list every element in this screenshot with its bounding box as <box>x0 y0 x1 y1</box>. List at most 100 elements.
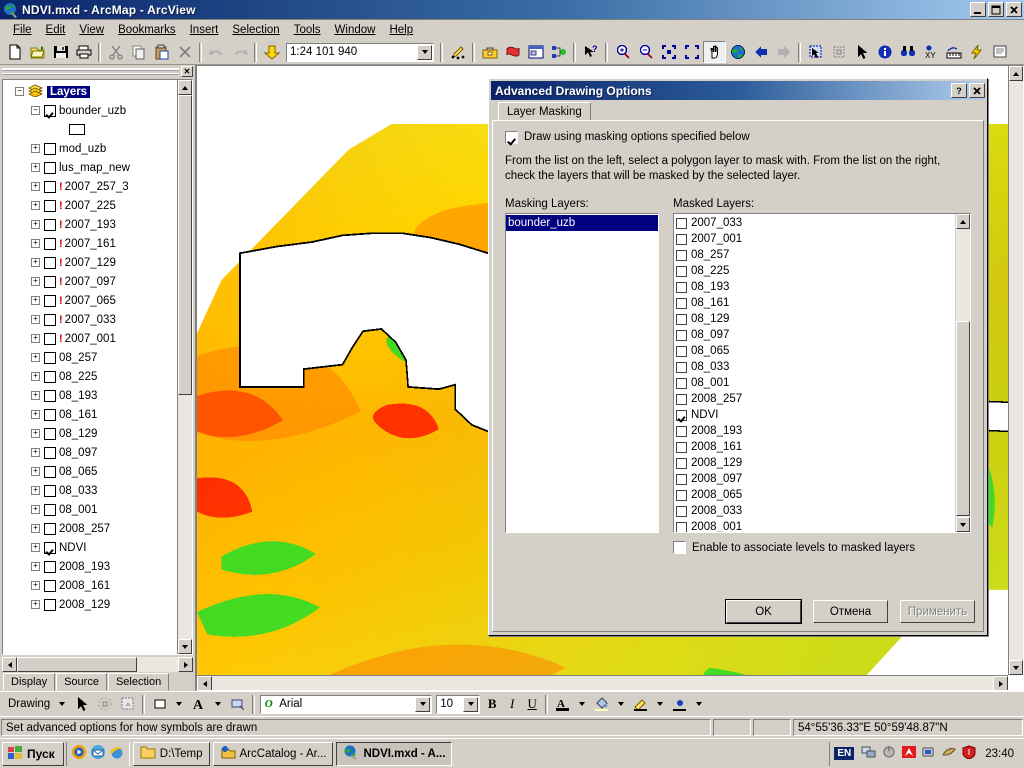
avira-antivirus-icon[interactable] <box>901 745 917 762</box>
layer-visibility-checkbox[interactable] <box>44 390 56 402</box>
security-center-shield-icon[interactable] <box>961 745 977 762</box>
safely-remove-hardware-icon[interactable] <box>881 745 897 762</box>
language-indicator[interactable]: EN <box>834 747 854 760</box>
expand-expander-icon[interactable]: + <box>31 163 40 172</box>
zoom-out-icon[interactable] <box>634 41 657 63</box>
drawing-menu-label[interactable]: Drawing <box>4 698 54 710</box>
layer-visibility-checkbox[interactable] <box>44 276 56 288</box>
layer-item-08_001[interactable]: + 08_001 <box>3 500 177 519</box>
expand-expander-icon[interactable]: + <box>31 296 40 305</box>
fixed-zoom-out-icon[interactable] <box>680 41 703 63</box>
menu-item-window[interactable]: Window <box>328 22 383 38</box>
ok-button[interactable]: OK <box>726 600 801 623</box>
layer-visibility-checkbox[interactable] <box>44 333 56 345</box>
masked-layer-checkbox[interactable] <box>676 298 687 309</box>
close-button[interactable] <box>1006 2 1022 17</box>
expand-expander-icon[interactable]: + <box>31 334 40 343</box>
expand-expander-icon[interactable]: + <box>31 562 40 571</box>
scroll-left-icon[interactable] <box>2 657 17 672</box>
expand-expander-icon[interactable]: + <box>31 486 40 495</box>
scroll-down-icon[interactable] <box>178 639 192 654</box>
layer-item-08_097[interactable]: + 08_097 <box>3 443 177 462</box>
scroll-up-icon[interactable] <box>1009 66 1023 81</box>
save-icon[interactable] <box>49 41 72 63</box>
scroll-left-icon[interactable] <box>197 676 212 691</box>
chevron-down-icon[interactable] <box>574 697 589 712</box>
masked-layer-item-2008_001[interactable]: 2008_001 <box>674 519 955 533</box>
layer-visibility-checkbox[interactable] <box>44 219 56 231</box>
layer-item-ndvi[interactable]: + NDVI <box>3 538 177 557</box>
layer-item-2008_257[interactable]: + 2008_257 <box>3 519 177 538</box>
rotate-element-icon[interactable] <box>93 693 116 715</box>
italic-button[interactable]: I <box>502 696 522 712</box>
scroll-track[interactable] <box>17 657 178 672</box>
expand-expander-icon[interactable]: + <box>31 372 40 381</box>
redo-icon[interactable] <box>228 41 251 63</box>
scroll-thumb[interactable] <box>17 657 137 672</box>
fill-color-icon[interactable] <box>148 693 171 715</box>
expand-expander-icon[interactable]: + <box>31 353 40 362</box>
layer-visibility-checkbox[interactable] <box>44 105 56 117</box>
masked-layer-item-2007_033[interactable]: 2007_033 <box>674 215 955 231</box>
menu-item-selection[interactable]: Selection <box>225 22 286 38</box>
maximize-button[interactable] <box>988 2 1004 17</box>
scroll-down-icon[interactable] <box>956 517 970 532</box>
masked-layer-checkbox[interactable] <box>676 362 687 373</box>
masked-layer-item-08_033[interactable]: 08_033 <box>674 359 955 375</box>
pan-hand-icon[interactable] <box>703 41 726 63</box>
apply-button[interactable]: Применить <box>900 600 975 623</box>
whats-this-help-icon[interactable]: ? <box>579 41 602 63</box>
layer-item-08_033[interactable]: + 08_033 <box>3 481 177 500</box>
layer-visibility-checkbox[interactable] <box>44 295 56 307</box>
toc-horizontal-scrollbar[interactable] <box>2 657 193 672</box>
layer-item-08_129[interactable]: + 08_129 <box>3 424 177 443</box>
layer-visibility-checkbox[interactable] <box>44 200 56 212</box>
toc-drag-handle[interactable] <box>2 68 179 75</box>
font-color-icon[interactable]: A <box>551 693 574 715</box>
masked-layer-checkbox[interactable] <box>676 410 687 421</box>
masked-layer-checkbox[interactable] <box>676 426 687 437</box>
new-rectangle-icon[interactable] <box>226 693 249 715</box>
scroll-thumb[interactable] <box>956 321 970 516</box>
layer-item-08_193[interactable]: + 08_193 <box>3 386 177 405</box>
layer-item-08_257[interactable]: + 08_257 <box>3 348 177 367</box>
masked-layer-checkbox[interactable] <box>676 266 687 277</box>
masked-layer-item-08_225[interactable]: 08_225 <box>674 263 955 279</box>
expand-expander-icon[interactable]: + <box>31 258 40 267</box>
new-document-icon[interactable] <box>3 41 26 63</box>
masked-layer-checkbox[interactable] <box>676 282 687 293</box>
expand-expander-icon[interactable]: + <box>31 505 40 514</box>
chevron-down-icon[interactable] <box>54 697 69 712</box>
expand-expander-icon[interactable]: + <box>31 315 40 324</box>
chevron-down-icon[interactable] <box>417 45 432 60</box>
expand-expander-icon[interactable]: + <box>31 600 40 609</box>
layer-visibility-checkbox[interactable] <box>44 523 56 535</box>
masked-layers-scrollbar[interactable] <box>955 214 970 532</box>
masked-layers-listbox[interactable]: 2007_033 2007_001 08_257 08_225 08_193 0… <box>673 213 971 533</box>
masking-layers-listbox[interactable]: bounder_uzb <box>505 213 659 533</box>
expand-expander-icon[interactable]: + <box>31 467 40 476</box>
layer-item-08_065[interactable]: + 08_065 <box>3 462 177 481</box>
masked-layer-checkbox[interactable] <box>676 218 687 229</box>
masked-layer-item-08_257[interactable]: 08_257 <box>674 247 955 263</box>
cut-scissors-icon[interactable] <box>104 41 127 63</box>
expand-expander-icon[interactable]: + <box>31 182 40 191</box>
masked-layer-item-08_193[interactable]: 08_193 <box>674 279 955 295</box>
layer-item-2007_129[interactable]: + ! 2007_129 <box>3 253 177 272</box>
volume-icon[interactable] <box>921 745 937 762</box>
tab-display[interactable]: Display <box>3 673 55 691</box>
select-elements-arrow-icon[interactable] <box>70 693 93 715</box>
internet-explorer-icon[interactable] <box>109 744 125 763</box>
expand-expander-icon[interactable]: + <box>31 524 40 533</box>
masked-layer-checkbox[interactable] <box>676 346 687 357</box>
network-connection-icon[interactable] <box>861 745 877 762</box>
line-color-icon[interactable] <box>629 693 652 715</box>
scroll-right-icon[interactable] <box>993 676 1008 691</box>
copy-icon[interactable] <box>127 41 150 63</box>
masked-layer-checkbox[interactable] <box>676 474 687 485</box>
layer-visibility-checkbox[interactable] <box>44 257 56 269</box>
masked-layer-checkbox[interactable] <box>676 394 687 405</box>
masked-layer-checkbox[interactable] <box>676 378 687 389</box>
menu-item-help[interactable]: Help <box>382 22 420 38</box>
layer-item-08_161[interactable]: + 08_161 <box>3 405 177 424</box>
